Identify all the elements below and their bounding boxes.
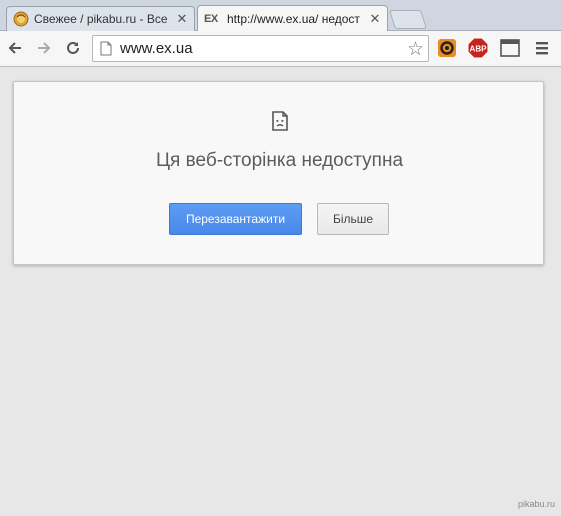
tab-pikabu[interactable]: Свежее / pikabu.ru - Все ✕ — [6, 6, 195, 31]
reload-icon[interactable] — [62, 37, 84, 59]
adblock-plus-icon[interactable]: ABP — [467, 37, 489, 59]
new-tab-button[interactable] — [388, 10, 428, 29]
mail-ext-icon[interactable] — [436, 37, 458, 59]
watermark: pikabu.ru — [517, 499, 555, 509]
back-arrow-icon[interactable] — [4, 37, 26, 59]
pikabu-favicon-icon — [13, 11, 29, 27]
sad-page-icon — [272, 111, 288, 136]
tab-title: http://www.ex.ua/ недост — [227, 11, 360, 26]
reload-button[interactable]: Перезавантажити — [169, 203, 302, 235]
browser-toolbar: ☆ ABP — [0, 31, 561, 67]
more-button[interactable]: Більше — [317, 203, 389, 235]
error-title: Ця веб-сторінка недоступна — [155, 150, 404, 171]
url-input[interactable] — [120, 40, 400, 57]
exua-favicon-icon: EX — [204, 12, 218, 25]
tab-strip: Свежее / pikabu.ru - Все ✕ EX http://www… — [0, 0, 561, 31]
address-bar[interactable]: ☆ — [92, 35, 429, 62]
forward-arrow-icon[interactable] — [33, 37, 55, 59]
close-tab-icon[interactable]: ✕ — [176, 11, 188, 27]
bookmark-star-icon[interactable]: ☆ — [407, 38, 424, 61]
svg-text:ABP: ABP — [470, 45, 488, 54]
close-tab-icon[interactable]: ✕ — [369, 11, 381, 27]
menu-icon[interactable] — [531, 37, 553, 59]
error-card: Ця веб-сторінка недоступна Перезавантажи… — [13, 81, 544, 265]
page-icon — [100, 41, 112, 56]
tab-exua[interactable]: EX http://www.ex.ua/ недост ✕ — [197, 5, 388, 31]
tab-title: Свежее / pikabu.ru - Все — [34, 12, 168, 26]
window-icon[interactable] — [499, 37, 521, 59]
